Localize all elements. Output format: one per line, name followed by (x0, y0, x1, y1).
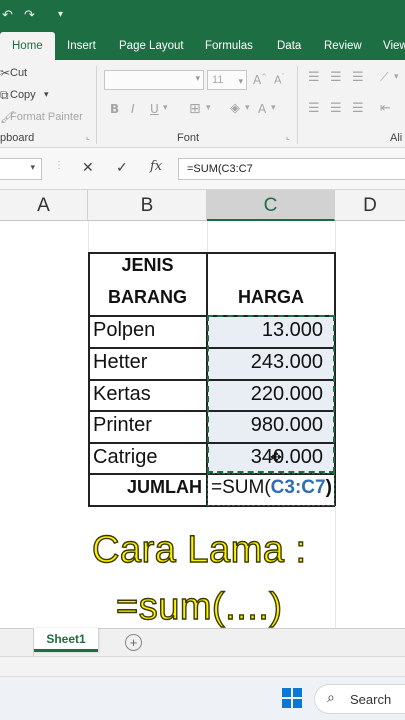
font-color-icon[interactable]: A (258, 102, 266, 116)
customize-qat-icon[interactable]: ▾ (58, 9, 63, 20)
align-right-icon[interactable]: ☰ (352, 101, 364, 116)
cancel-icon[interactable]: ✕ (82, 159, 94, 176)
align-center-icon[interactable]: ☰ (330, 101, 342, 116)
sheet-tab-sheet1[interactable]: Sheet1 (34, 628, 98, 652)
borders-dropdown-icon[interactable]: ▾ (206, 103, 211, 113)
align-bottom-icon[interactable]: ☰ (352, 70, 364, 85)
tab-review[interactable]: Review (324, 32, 362, 60)
price-cell[interactable]: 340.000 (207, 446, 323, 469)
copy-button[interactable]: Copy (10, 89, 36, 101)
sheet-nav[interactable] (0, 629, 34, 656)
orientation-dropdown-icon[interactable]: ▾ (394, 72, 399, 82)
taskbar: ⌕ Search (0, 676, 405, 720)
bold-button[interactable]: B (110, 102, 119, 116)
underline-button[interactable]: U (150, 102, 159, 116)
underline-dropdown-icon[interactable]: ▾ (163, 103, 168, 113)
price-cell[interactable]: 980.000 (207, 414, 323, 437)
price-cell[interactable]: 220.000 (207, 383, 323, 406)
font-launcher-icon[interactable]: ⌞ (286, 132, 290, 141)
move-cursor-icon: ✥ (270, 450, 282, 466)
copy-icon: ⧉ (0, 88, 9, 102)
insert-function-icon[interactable]: fx (150, 159, 162, 174)
align-left-icon[interactable]: ☰ (308, 101, 320, 116)
item-cell[interactable]: Polpen (93, 319, 155, 342)
formula-bar-handle-icon[interactable]: ⋮ (54, 160, 64, 171)
sheet-tab-bar: Sheet1 + (0, 628, 405, 656)
column-header-a[interactable]: A (0, 190, 88, 221)
tab-insert[interactable]: Insert (67, 32, 96, 60)
tab-page-layout[interactable]: Page Layout (119, 32, 184, 60)
formula-input[interactable]: =SUM(C3:C7 (178, 158, 405, 180)
decrease-indent-icon[interactable]: ⇤ (380, 101, 391, 116)
item-cell[interactable]: Hetter (93, 351, 147, 374)
copy-dropdown-icon[interactable]: ▾ (44, 89, 49, 100)
header-jenis-line2: BARANG (108, 287, 187, 307)
alignment-group-label: Ali (390, 132, 403, 144)
worksheet-grid[interactable]: JENIS BARANG HARGA Polpen 13.000 Hetter … (0, 221, 405, 629)
font-family-select[interactable]: ▾ (104, 70, 204, 90)
enter-icon[interactable]: ✓ (116, 159, 128, 176)
overlay-caption-line1: Cara Lama : (91, 528, 307, 571)
total-formula[interactable]: =SUM(C3:C7) (211, 477, 332, 499)
font-size-select[interactable]: 11 ▾ (207, 70, 247, 90)
ribbon-separator (297, 66, 298, 144)
price-cell[interactable]: 13.000 (207, 319, 323, 342)
status-bar (0, 656, 405, 676)
price-cell[interactable]: 243.000 (207, 351, 323, 374)
font-color-dropdown-icon[interactable]: ▾ (271, 103, 276, 113)
ribbon-separator (96, 66, 97, 144)
column-header-c[interactable]: C (207, 190, 335, 221)
column-header-d[interactable]: D (335, 190, 405, 221)
formula-range-reference: C3:C7 (270, 477, 326, 498)
tab-view[interactable]: View (383, 32, 405, 60)
cut-icon: ✂ (0, 66, 11, 80)
ribbon: ✂ Cut ⧉ Copy ▾ 🖌 Format Painter pboard ⌞… (0, 60, 405, 148)
undo-icon[interactable]: ↶ (2, 7, 13, 23)
total-label: JUMLAH (127, 477, 202, 497)
tab-home[interactable]: Home (0, 32, 55, 60)
item-cell[interactable]: Printer (93, 414, 152, 437)
quick-access-toolbar: ↶ ↷ ▾ (0, 0, 405, 32)
shrink-font-icon[interactable]: Aˇ (274, 73, 285, 87)
format-painter-button[interactable]: Format Painter (10, 111, 83, 123)
redo-icon[interactable]: ↷ (24, 7, 35, 23)
clipboard-group-label: pboard (0, 132, 35, 144)
fill-color-dropdown-icon[interactable]: ▾ (245, 103, 250, 113)
italic-button[interactable]: I (131, 102, 135, 116)
font-group-label: Font (177, 132, 200, 144)
search-icon: ⌕ (327, 690, 335, 706)
grow-font-icon[interactable]: A^ (253, 73, 267, 87)
tab-formulas[interactable]: Formulas (205, 32, 253, 60)
orientation-icon[interactable]: ⟋ (380, 70, 388, 85)
ribbon-tab-bar: Home Insert Page Layout Formulas Data Re… (0, 32, 405, 60)
borders-icon[interactable]: ⊞ (189, 101, 201, 117)
windows-start-icon[interactable] (282, 688, 302, 708)
item-cell[interactable]: Kertas (93, 383, 151, 406)
align-top-icon[interactable]: ☰ (308, 70, 320, 85)
overlay-caption-line2: =sum(....) (115, 585, 283, 628)
clipboard-launcher-icon[interactable]: ⌞ (86, 132, 90, 141)
header-harga: HARGA (238, 287, 304, 307)
fill-color-icon[interactable]: ◈ (230, 101, 240, 116)
taskbar-search-box[interactable]: ⌕ Search (314, 684, 405, 714)
column-header-row: A B C D (0, 190, 405, 221)
name-box-dropdown-icon[interactable]: ▾ (30, 162, 35, 173)
cut-button[interactable]: Cut (10, 67, 27, 79)
item-cell[interactable]: Catrige (93, 446, 157, 469)
name-box[interactable]: ▾ (0, 158, 42, 180)
align-middle-icon[interactable]: ☰ (330, 70, 342, 85)
tab-data[interactable]: Data (277, 32, 301, 60)
column-header-b[interactable]: B (88, 190, 207, 221)
header-jenis-line1: JENIS (121, 255, 174, 275)
add-sheet-icon[interactable]: + (125, 634, 142, 651)
search-label: Search (350, 692, 392, 707)
formula-bar: ▾ ⋮ ✕ ✓ fx =SUM(C3:C7 (0, 148, 405, 190)
